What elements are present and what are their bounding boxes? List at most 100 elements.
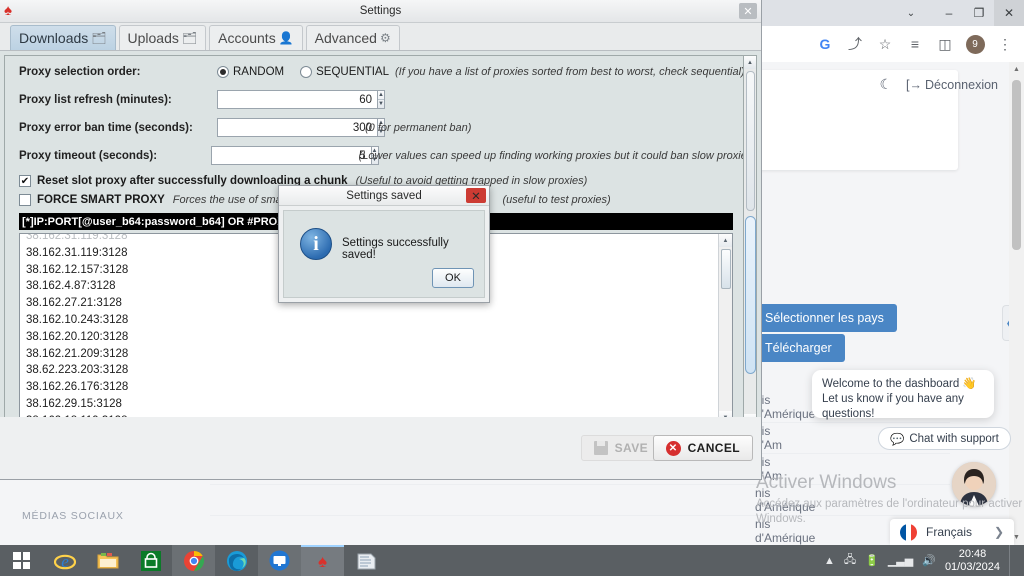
chat-with-support-button[interactable]: 💬 Chat with support xyxy=(878,427,1011,450)
clock-date: 01/03/2024 xyxy=(944,560,1000,573)
spade-icon: ♠ xyxy=(4,2,12,19)
language-label: Français xyxy=(926,525,973,539)
refresh-stepper[interactable]: ▲▼ xyxy=(217,90,385,109)
select-countries-button[interactable]: Sélectionner les pays xyxy=(752,304,897,332)
timeout-input[interactable] xyxy=(210,146,371,165)
reading-list-icon[interactable]: ≡ xyxy=(902,31,928,57)
language-selector[interactable]: Français ❯ xyxy=(890,519,1014,545)
scroll-up-arrow[interactable]: ▲ xyxy=(744,56,756,69)
scrollbar-track-thumb[interactable] xyxy=(746,71,755,211)
network-error-icon[interactable]: 🖧 xyxy=(844,551,856,570)
chrome-menu-icon[interactable]: ⋮ xyxy=(992,31,1018,57)
google-chrome-icon[interactable] xyxy=(172,545,215,576)
timeout-stepper[interactable]: ▲▼ xyxy=(210,146,379,165)
signal-icon[interactable]: ▁▃▅ xyxy=(888,554,913,567)
header-actions: ☾ [→ Déconnexion xyxy=(879,76,998,93)
save-button[interactable]: SAVE xyxy=(580,435,661,461)
radio-label: RANDOM xyxy=(233,65,285,78)
volume-icon[interactable]: 🔊 xyxy=(922,554,936,567)
show-hidden-icons[interactable]: ▲ xyxy=(824,555,835,567)
logout-label: Déconnexion xyxy=(925,77,998,92)
label-timeout: Proxy timeout (seconds): xyxy=(19,149,158,162)
stepper-up-icon[interactable]: ▲ xyxy=(378,91,384,100)
floppy-disk-icon xyxy=(593,441,608,455)
notepad-app-icon[interactable] xyxy=(344,545,387,576)
microsoft-store-icon[interactable] xyxy=(129,545,172,576)
tab-accounts[interactable]: Accounts 👤 xyxy=(209,25,303,50)
table-row[interactable]: nis d'Amérique xyxy=(210,516,950,547)
stepper-down-icon[interactable]: ▼ xyxy=(378,100,384,108)
list-item[interactable]: 38.162.29.15:3128 xyxy=(26,396,732,413)
label-selection-order: Proxy selection order: xyxy=(19,65,141,78)
svg-text:e: e xyxy=(61,552,69,571)
download-button[interactable]: Télécharger xyxy=(752,334,845,362)
list-item[interactable]: 38.162.21.209:3128 xyxy=(26,346,732,363)
internet-explorer-icon[interactable]: e xyxy=(43,545,86,576)
settings-window-title: Settings xyxy=(359,5,402,17)
save-label: SAVE xyxy=(614,441,648,455)
list-item[interactable]: 38.162.10.243:3128 xyxy=(26,312,732,329)
battery-icon[interactable]: 🔋 xyxy=(865,554,879,567)
microsoft-edge-icon[interactable] xyxy=(215,545,258,576)
info-icon: i xyxy=(300,228,332,260)
bookmark-star-icon[interactable]: ☆ xyxy=(872,31,898,57)
cancel-button[interactable]: ✕ CANCEL xyxy=(652,435,753,461)
list-item[interactable]: 38.162.26.176:3128 xyxy=(26,379,732,396)
cell-address: nis d'Amérique xyxy=(755,517,816,545)
label-refresh: Proxy list refresh (minutes): xyxy=(19,93,172,106)
proxy-list-scrollbar[interactable]: ▲ ▼ xyxy=(718,234,732,424)
ban-time-input[interactable] xyxy=(217,118,377,137)
checkbox-box xyxy=(19,194,31,206)
support-agent-avatar[interactable] xyxy=(952,462,996,506)
remote-desktop-icon[interactable] xyxy=(258,545,301,576)
tab-uploads[interactable]: Uploads 🗂 xyxy=(118,25,207,50)
tab-advanced[interactable]: Advanced ⚙ xyxy=(305,25,400,50)
scrollbar-thumb[interactable] xyxy=(721,249,731,289)
scrollbar-thumb[interactable] xyxy=(745,216,756,374)
google-icon[interactable]: G xyxy=(812,31,838,57)
scrollbar-thumb[interactable] xyxy=(1012,80,1021,250)
field-timeout: Proxy timeout (seconds): ▲▼ (Lower value… xyxy=(19,143,756,168)
close-icon[interactable]: ✕ xyxy=(466,188,486,203)
ok-button[interactable]: OK xyxy=(432,268,474,288)
chat-welcome-bubble: Welcome to the dashboard 👋 Let us know i… xyxy=(812,370,994,420)
spade-app-icon[interactable]: ♠ xyxy=(301,545,344,576)
refresh-input[interactable] xyxy=(217,90,377,109)
settings-scrollbar[interactable]: ▲ ▼ xyxy=(743,55,757,428)
table-row[interactable]: nis d'Amérique xyxy=(210,485,950,516)
scroll-up-arrow[interactable]: ▲ xyxy=(719,234,732,247)
radio-random[interactable]: RANDOM xyxy=(217,65,285,78)
moon-icon[interactable]: ☾ xyxy=(879,76,892,93)
flag-fr-icon xyxy=(900,523,917,541)
start-button[interactable] xyxy=(0,545,43,576)
show-desktop-button[interactable] xyxy=(1009,545,1016,576)
ban-time-stepper[interactable]: ▲▼ xyxy=(217,118,385,137)
label-ban-time: Proxy error ban time (seconds): xyxy=(19,121,193,134)
chevron-down-icon[interactable]: ⌄ xyxy=(896,0,926,26)
tab-downloads[interactable]: Downloads 🗂 xyxy=(10,25,116,50)
radio-sequential[interactable]: SEQUENTIAL xyxy=(300,65,389,78)
field-ban-time: Proxy error ban time (seconds): ▲▼ (0 fo… xyxy=(19,115,756,140)
logout-arrow-icon: [→ xyxy=(906,77,923,92)
file-explorer-icon[interactable] xyxy=(86,545,129,576)
stepper-arrows[interactable]: ▲ ▼ xyxy=(377,90,385,109)
side-panel-icon[interactable]: ◫ xyxy=(932,31,958,57)
list-item[interactable]: 38.62.223.203:3128 xyxy=(26,362,732,379)
logout-link[interactable]: [→ Déconnexion xyxy=(906,78,998,92)
sidebar-section-heading: MÉDIAS SOCIAUX xyxy=(22,510,124,522)
profile-avatar[interactable]: 9 xyxy=(962,31,988,57)
minimize-button[interactable]: – xyxy=(934,0,964,26)
list-item[interactable]: 38.162.20.120:3128 xyxy=(26,329,732,346)
radio-label: SEQUENTIAL xyxy=(316,65,389,78)
share-icon[interactable]: ⤴ xyxy=(842,31,868,57)
tab-label: Uploads xyxy=(127,30,179,46)
taskbar-clock[interactable]: 20:48 01/03/2024 xyxy=(945,548,1000,574)
close-button[interactable]: ✕ xyxy=(994,0,1024,26)
close-icon[interactable]: ✕ xyxy=(739,3,757,19)
settings-tabstrip: Downloads 🗂 Uploads 🗂 Accounts 👤 Advance… xyxy=(0,23,761,51)
maximize-button[interactable]: ❐ xyxy=(964,0,994,26)
clock-time: 20:48 xyxy=(958,547,987,560)
page-scrollbar[interactable]: ▲ ▼ xyxy=(1009,62,1024,545)
dialog-body: i Settings successfully saved! OK xyxy=(283,210,485,298)
scroll-up-arrow[interactable]: ▲ xyxy=(1009,62,1024,77)
